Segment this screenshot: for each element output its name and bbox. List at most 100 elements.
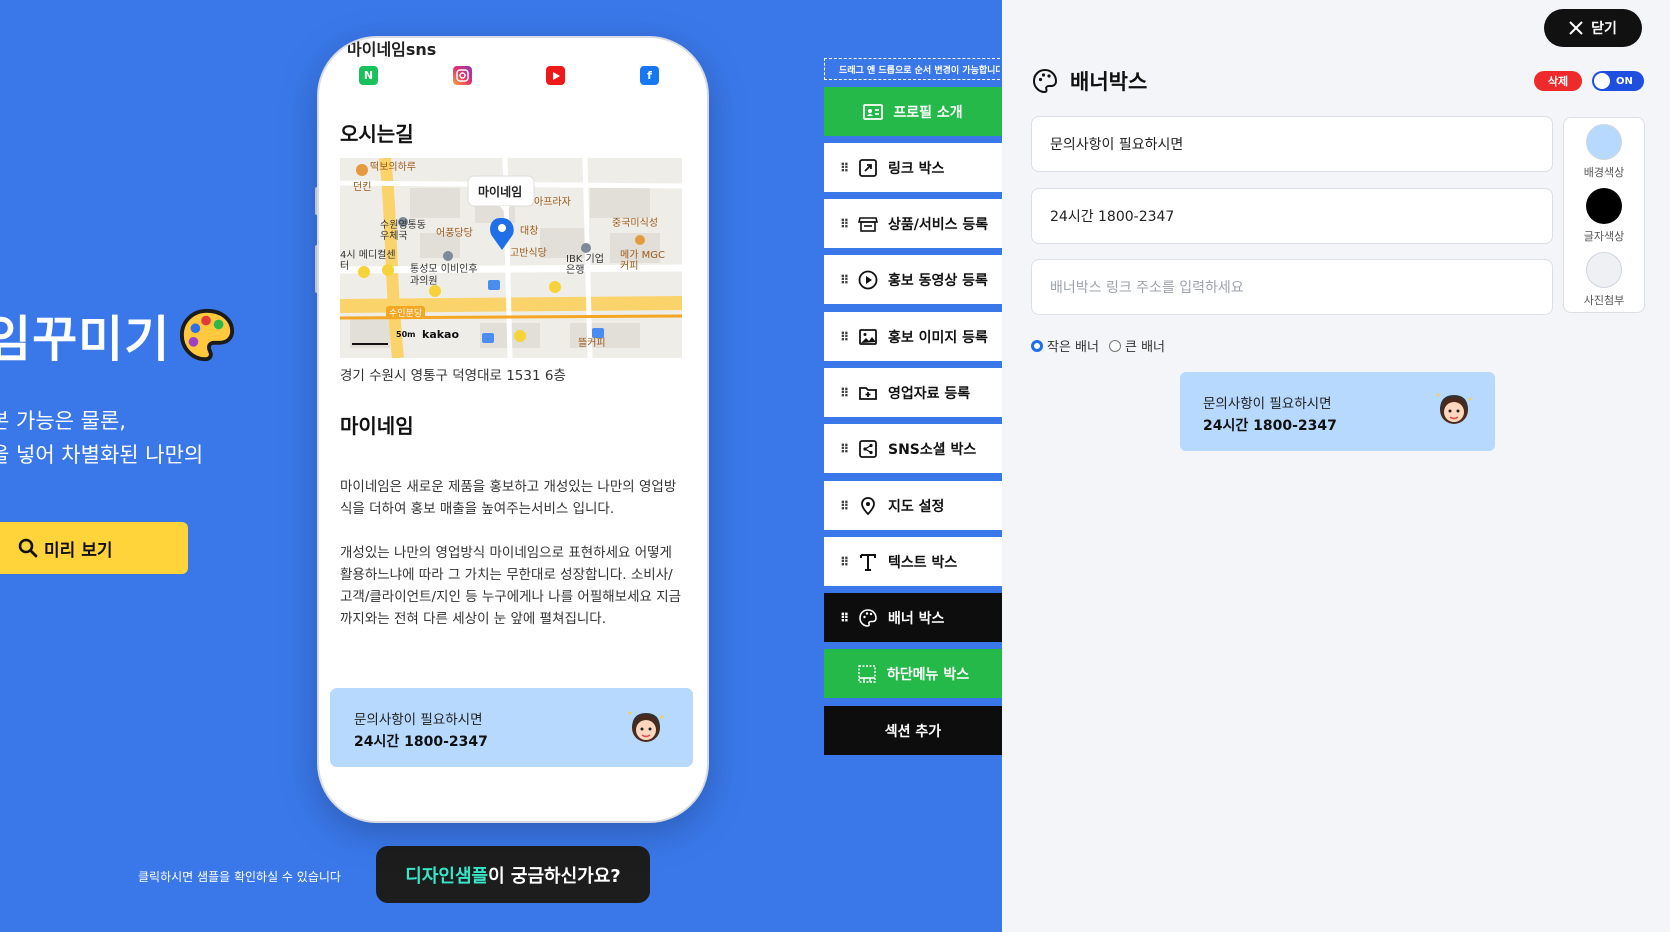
section-item-link[interactable]: ⠿ 링크 박스 (824, 143, 1002, 192)
map-place-label: 수인분당 (386, 306, 426, 319)
section-item-sales-material[interactable]: ⠿ 영업자료 등록 (824, 368, 1002, 417)
radio-dot (1031, 339, 1043, 352)
grid-menu-icon (858, 664, 876, 683)
banner-text-line2-input[interactable]: 24시간 1800-2347 (1031, 188, 1553, 244)
photo-attach-button[interactable] (1586, 252, 1622, 288)
section-item-label: 프로필 소개 (893, 104, 963, 121)
map-place-label: 던킨 (353, 182, 372, 193)
hero-title-text: 임꾸미기 (0, 311, 171, 368)
hero-desc-line: 을 넣어 차별화된 나만의 (0, 443, 204, 467)
map-scale-label: 50m (396, 330, 416, 339)
drag-handle-icon[interactable]: ⠿ (840, 386, 849, 400)
drag-handle-icon[interactable]: ⠿ (840, 161, 849, 175)
about-section-title: 마이네임 (340, 414, 414, 438)
search-icon (18, 538, 38, 558)
banner-text-line1-input[interactable]: 문의사항이 필요하시면 (1031, 116, 1553, 172)
map-place-label: 어풍당당 (436, 228, 473, 239)
about-text: 마이네임은 새로운 제품을 홍보하고 개성있는 나만의 영업방식을 더하여 홍보… (340, 476, 684, 630)
drag-handle-icon[interactable]: ⠿ (840, 217, 849, 231)
section-item-video[interactable]: ⠿ 홍보 동영상 등록 (824, 255, 1002, 304)
share-icon (859, 439, 877, 458)
map-place-label: 4시 메디컬센터 (340, 250, 396, 272)
section-item-label: 텍스트 박스 (888, 554, 958, 571)
play-icon (858, 270, 878, 289)
naver-icon[interactable]: N (359, 66, 378, 85)
map-place-label: 고반식당 (510, 248, 547, 259)
sample-rest-text: 이 궁금하신가요? (488, 865, 621, 887)
sample-accent-text: 디자인샘플 (405, 865, 489, 887)
hero-description: 본 가능은 물론, 을 넣어 차별화된 나만의 (0, 404, 203, 472)
drag-handle-icon[interactable]: ⠿ (840, 273, 849, 287)
support-agent-character-icon (1436, 393, 1472, 424)
add-section-button[interactable]: 섹션 추가 (824, 706, 1002, 755)
radio-small-label: 작은 배너 (1047, 340, 1099, 355)
section-item-product[interactable]: ⠿ 상품/서비스 등록 (824, 199, 1002, 248)
section-item-sns[interactable]: ⠿ SNS소셜 박스 (824, 424, 1002, 473)
bg-color-swatch[interactable] (1586, 124, 1622, 160)
map-address: 경기 수원시 영통구 덕영대로 1531 6층 (340, 368, 566, 384)
banner-editor-panel: 닫기 배너박스 삭제 ON 문의사항이 필요하시면 24시간 1800-2347… (1002, 0, 1670, 932)
close-button-label: 닫기 (1591, 21, 1617, 37)
drag-handle-icon[interactable]: ⠿ (840, 611, 849, 625)
palette-icon (859, 608, 877, 627)
photo-attach-label: 사진첨부 (1583, 294, 1625, 307)
drag-handle-icon[interactable]: ⠿ (840, 499, 849, 513)
preview-button[interactable]: 미리 보기 (0, 522, 188, 574)
hero-desc-line: 본 가능은 물론, (0, 409, 126, 433)
section-item-map[interactable]: ⠿ 지도 설정 (824, 481, 1002, 530)
section-item-label: 배너 박스 (888, 610, 945, 627)
map-place-label: 아프라자 (534, 197, 571, 208)
close-button[interactable]: 닫기 (1544, 9, 1642, 47)
radio-large-banner[interactable]: 큰 배너 (1108, 336, 1165, 355)
phone-banner-box[interactable]: 문의사항이 필요하시면 24시간 1800-2347 (330, 688, 693, 767)
map-view[interactable]: 마이네임 떡보의하루 던킨 아프라자 수원영통동 우체국 어풍당당 대창 중국미… (340, 158, 682, 358)
section-item-label: SNS소셜 박스 (888, 441, 977, 458)
banner-link-input[interactable]: 배너박스 링크 주소를 입력하세요 (1031, 259, 1553, 315)
banner-preview: 문의사항이 필요하시면 24시간 1800-2347 (1180, 372, 1495, 451)
radio-small-banner[interactable]: 작은 배너 (1031, 336, 1099, 355)
palette-emoji-icon (180, 308, 235, 361)
visibility-toggle[interactable]: ON (1592, 71, 1644, 91)
map-place-label: 수원영통동 우체국 (380, 220, 426, 242)
section-item-label: 하단메뉴 박스 (886, 666, 970, 683)
section-item-bottom-menu[interactable]: 하단메뉴 박스 (824, 649, 1002, 698)
sample-note: 클릭하시면 샘플을 확인하실 수 있습니다 (138, 870, 341, 884)
map-place-label: 중국미식성 (612, 218, 658, 229)
radio-dot (1108, 339, 1121, 352)
about-paragraph: 마이네임은 새로운 제품을 홍보하고 개성있는 나만의 영업방식을 더하여 홍보… (340, 479, 677, 517)
section-item-label: 영업자료 등록 (888, 385, 971, 402)
drag-handle-icon[interactable]: ⠿ (840, 330, 849, 344)
toggle-label: ON (1616, 75, 1633, 87)
phone-preview: 마이네임sns N f 오시는길 마이네임 떡보의하루 던킨 아프라자 수원영통… (319, 38, 707, 821)
youtube-icon[interactable] (546, 66, 566, 85)
sns-icons-row: N f (359, 66, 659, 85)
panel-header: 배너박스 (1032, 66, 1147, 96)
folder-plus-icon (859, 386, 877, 400)
sns-title: 마이네임sns (347, 40, 437, 59)
map-place-label: 대창 (520, 226, 539, 237)
delete-button[interactable]: 삭제 (1534, 71, 1582, 91)
text-color-swatch[interactable] (1586, 188, 1622, 224)
instagram-icon[interactable] (452, 66, 472, 85)
text-color-label: 글자색상 (1583, 230, 1625, 243)
map-place-label: 통성모 이비인후과의원 (410, 264, 478, 287)
section-item-label: 지도 설정 (888, 498, 945, 515)
section-item-image[interactable]: ⠿ 홍보 이미지 등록 (824, 312, 1002, 361)
section-list: 드래그 앤 드롭으로 순서 변경이 가능합니다 프로필 소개 ⠿ 링크 박스 ⠿… (824, 0, 1002, 932)
text-icon (860, 553, 876, 571)
hero-section: 임꾸미기 본 가능은 물론, 을 넣어 차별화된 나만의 미리 보기 (0, 0, 320, 932)
section-item-profile[interactable]: 프로필 소개 (824, 87, 1002, 136)
section-item-label: 상품/서비스 등록 (888, 216, 989, 233)
drag-handle-icon[interactable]: ⠿ (840, 555, 849, 569)
facebook-icon[interactable]: f (639, 66, 659, 85)
section-item-text[interactable]: ⠿ 텍스트 박스 (824, 537, 1002, 586)
map-section-title: 오시는길 (340, 122, 414, 146)
map-place-label: 떡보의하루 (370, 162, 416, 173)
map-pin-icon (861, 496, 875, 515)
section-item-label: 링크 박스 (888, 160, 945, 177)
section-item-banner[interactable]: ⠿ 배너 박스 (824, 593, 1002, 642)
design-sample-button[interactable]: 디자인샘플 이 궁금하신가요? (376, 846, 650, 903)
panel-title: 배너박스 (1070, 70, 1148, 94)
profile-card-icon (863, 103, 884, 120)
drag-handle-icon[interactable]: ⠿ (840, 442, 849, 456)
